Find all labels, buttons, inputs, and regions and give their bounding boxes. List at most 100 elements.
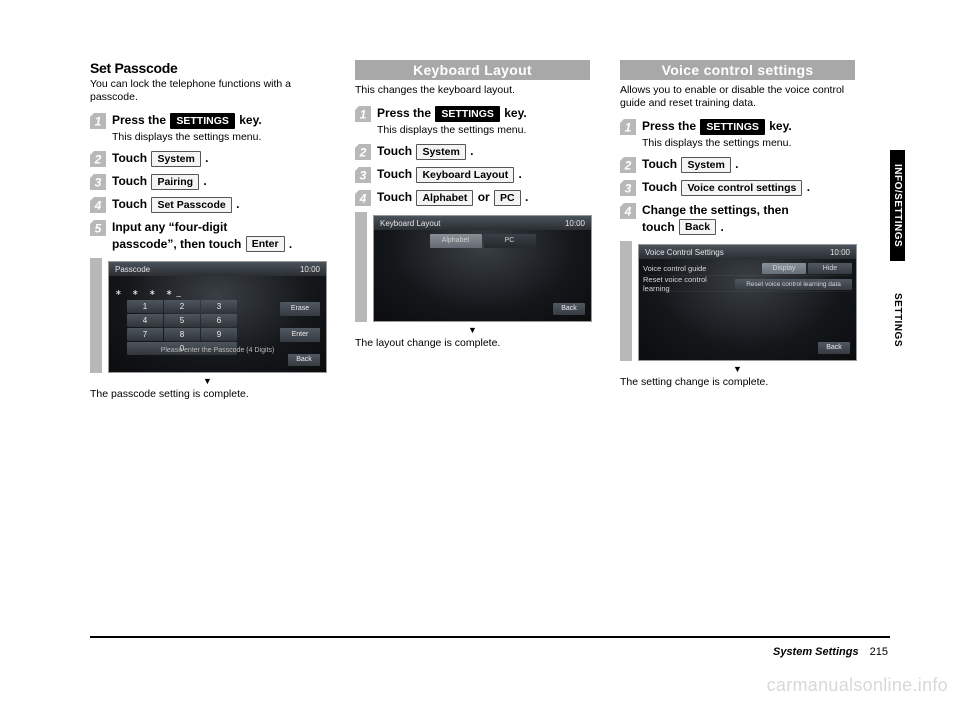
svg-text:2: 2 — [359, 146, 367, 160]
step-number-1-icon: 1 — [90, 113, 106, 129]
step-number-3-icon: 3 — [620, 180, 636, 196]
step-number-3-icon: 3 — [90, 174, 106, 190]
ss-back-button: Back — [553, 303, 585, 315]
step-text: . — [717, 220, 724, 234]
back-button-label: Back — [679, 219, 716, 235]
ss-title: Keyboard Layout — [380, 219, 441, 228]
side-tab-info-settings: INFO/SETTINGS — [890, 150, 905, 261]
ss-key-5: 5 — [164, 314, 200, 327]
step-text: Touch — [642, 180, 680, 194]
svg-text:2: 2 — [624, 159, 632, 173]
ss-row-label: Voice control guide — [643, 264, 706, 273]
ss-clock: 10:00 — [830, 248, 850, 257]
keyboard-layout-screenshot: Keyboard Layout 10:00 Alphabet PC Back — [373, 215, 592, 322]
step-text: key. — [501, 106, 527, 120]
passcode-screenshot: Passcode10:00 ∗ ∗ ∗ ∗_ 1 2 3 4 5 6 7 8 9 — [108, 261, 327, 373]
ss-display-option: Display — [762, 263, 806, 274]
settings-key-label: SETTINGS — [170, 113, 235, 129]
step-number-4-icon: 4 — [90, 197, 106, 213]
step-text: Touch — [642, 157, 680, 171]
ss-key-8: 8 — [164, 328, 200, 341]
step-text: Press the — [112, 113, 169, 127]
step-number-1-icon: 1 — [355, 106, 371, 122]
voice-control-settings-button-label: Voice control settings — [681, 180, 802, 196]
ss-row-label: Reset voice control learning — [643, 275, 733, 293]
section-sub: Allows you to enable or disable the voic… — [620, 84, 855, 110]
section-title: Set Passcode — [90, 60, 325, 76]
ss-erase-button: Erase — [280, 302, 320, 316]
ss-title: Voice Control Settings — [645, 248, 724, 257]
ss-passcode-field: ∗ ∗ ∗ ∗_ — [115, 288, 185, 297]
step-bar — [620, 241, 632, 361]
settings-key-label: SETTINGS — [700, 119, 765, 135]
watermark: carmanualsonline.info — [767, 675, 948, 696]
ss-key-1: 1 — [127, 300, 163, 313]
step-bar — [90, 258, 102, 373]
set-passcode-button-label: Set Passcode — [151, 197, 231, 213]
ss-key-6: 6 — [201, 314, 237, 327]
step-number-3-icon: 3 — [355, 167, 371, 183]
section-sub: This changes the keyboard layout. — [355, 84, 590, 97]
section-header: Voice control settings — [620, 60, 855, 80]
footer-divider — [90, 636, 890, 638]
down-caret-icon: ▼ — [620, 364, 855, 374]
system-button-label: System — [681, 157, 730, 173]
step-text: Touch — [112, 151, 150, 165]
ss-enter-button: Enter — [280, 328, 320, 342]
step-text: . — [803, 180, 810, 194]
svg-text:5: 5 — [95, 222, 102, 236]
step-text: Touch — [377, 190, 415, 204]
system-button-label: System — [416, 144, 465, 160]
ss-reset-button: Reset voice control learning data — [735, 279, 852, 290]
enter-button-label: Enter — [246, 236, 285, 252]
step-text: Touch — [377, 167, 415, 181]
down-caret-icon: ▼ — [355, 325, 590, 335]
svg-text:3: 3 — [360, 169, 367, 183]
step-number-1-icon: 1 — [620, 119, 636, 135]
keyboard-layout-button-label: Keyboard Layout — [416, 167, 514, 183]
final-text: The setting change is complete. — [620, 376, 855, 388]
footer-section: System Settings — [773, 646, 859, 658]
ss-footer-text: Please enter the Passcode (4 Digits) — [109, 347, 326, 354]
page-number: 215 — [870, 646, 888, 658]
step-number-2-icon: 2 — [90, 151, 106, 167]
step-text: Input any “four-digit — [112, 219, 292, 235]
ss-key-9: 9 — [201, 328, 237, 341]
ss-toggle: Alphabet PC — [429, 234, 537, 248]
ss-clock: 10:00 — [300, 265, 320, 274]
ss-hide-option: Hide — [808, 263, 852, 274]
step-text: Press the — [377, 106, 434, 120]
step-number-2-icon: 2 — [355, 144, 371, 160]
ss-key-3: 3 — [201, 300, 237, 313]
step-text: . — [233, 197, 240, 211]
voice-control-screenshot: Voice Control Settings 10:00 Voice contro… — [638, 244, 857, 361]
final-text: The passcode setting is complete. — [90, 388, 325, 400]
step-number-4-icon: 4 — [355, 190, 371, 206]
svg-text:1: 1 — [625, 121, 632, 135]
section-sub: You can lock the telephone functions wit… — [90, 78, 325, 104]
step-text: . — [286, 237, 293, 251]
alphabet-button-label: Alphabet — [416, 190, 473, 206]
step-text: . — [522, 190, 529, 204]
ss-pc-option: PC — [484, 234, 536, 248]
ss-key-7: 7 — [127, 328, 163, 341]
section-header: Keyboard Layout — [355, 60, 590, 80]
step-text: Touch — [112, 197, 150, 211]
step-text: . — [200, 174, 207, 188]
svg-text:1: 1 — [95, 115, 102, 129]
ss-alphabet-option: Alphabet — [430, 234, 482, 248]
ss-clock: 10:00 — [565, 219, 585, 228]
step-text: . — [467, 144, 474, 158]
step-text: . — [202, 151, 209, 165]
step-text: or — [474, 190, 493, 204]
pc-button-label: PC — [494, 190, 521, 206]
svg-text:2: 2 — [94, 153, 102, 167]
pairing-button-label: Pairing — [151, 174, 199, 190]
step-bar — [355, 212, 367, 322]
step-text: Touch — [377, 144, 415, 158]
step-number-4-icon: 4 — [620, 203, 636, 219]
svg-text:4: 4 — [94, 199, 102, 213]
svg-text:3: 3 — [625, 182, 632, 196]
svg-text:4: 4 — [359, 192, 367, 206]
ss-back-button: Back — [288, 354, 320, 366]
